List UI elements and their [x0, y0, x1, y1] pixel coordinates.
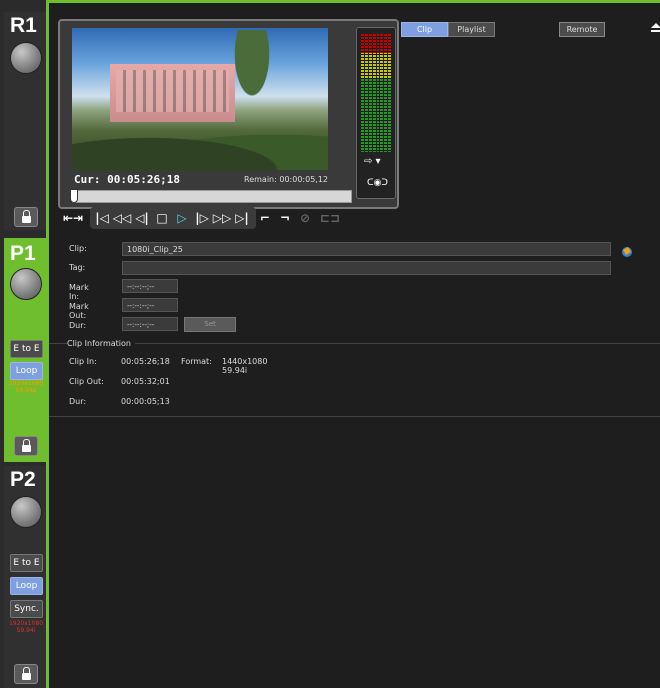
clip-in-label: Clip In: [69, 357, 97, 366]
mark-in-out-icon[interactable]: ⇤⇥ [58, 209, 88, 227]
info-dur-label: Dur: [69, 397, 87, 406]
mark-out-field[interactable]: --:--:--;-- [122, 298, 178, 312]
play-icon[interactable]: ▷ [173, 209, 191, 227]
tab-playlist[interactable]: Playlist [448, 22, 495, 37]
remote-button[interactable]: Remote [559, 22, 605, 37]
format-rate: 59.94i [222, 366, 248, 375]
channel-p1-knob[interactable] [10, 268, 42, 300]
step-forward-icon[interactable]: |▷ [193, 209, 211, 227]
zoom-icon[interactable]: ᑕ◉ᑐ [367, 178, 388, 188]
lock-icon [21, 438, 31, 452]
mark-in-label: Mark In: [69, 283, 89, 301]
channel-p2-e-to-e-button[interactable]: E to E [10, 554, 43, 572]
go-to-start-icon[interactable]: |◁ [93, 209, 111, 227]
stop-icon[interactable]: □ [153, 209, 171, 227]
clip-field[interactable]: 1080i_Clip_25 [122, 242, 611, 256]
current-timecode: Cur: 00:05:26;18 [74, 173, 180, 186]
channel-p2-lock-button[interactable] [14, 664, 38, 684]
channel-p1-e-to-e-button[interactable]: E to E [10, 340, 43, 358]
clip-out-value: 00:05:32;01 [121, 377, 170, 386]
video-preview [72, 28, 328, 170]
channel-r1-knob[interactable] [10, 42, 42, 74]
eject-icon[interactable] [651, 23, 660, 33]
tab-clip[interactable]: Clip [401, 22, 448, 37]
clip-out-label: Clip Out: [69, 377, 104, 386]
dur-field[interactable]: --:--:--;-- [122, 317, 178, 331]
channel-p1-label: P1 [10, 242, 36, 265]
tag-field[interactable] [122, 261, 611, 275]
step-back-icon[interactable]: ◁| [133, 209, 151, 227]
rewind-icon[interactable]: ◁◁ [113, 209, 131, 227]
channel-p2-resolution: 1920x1080 59.94i [8, 620, 44, 634]
mark-in-field[interactable]: --:--:--;-- [122, 279, 178, 293]
channel-p1-loop-button[interactable]: Loop [10, 362, 43, 380]
format-label: Format: [181, 357, 212, 366]
dur-label: Dur: [69, 321, 87, 330]
lock-icon [21, 209, 31, 223]
channel-sidebar: R1 P1 E to E Loop 1920x1080 59.94p P2 E t… [0, 0, 49, 688]
lock-icon [21, 666, 31, 680]
view-tabs: Clip Playlist [401, 22, 495, 37]
transport-bar: ⇤⇥ |◁ ◁◁ ◁| □ ▷ |▷ ▷▷ ▷| ⌐ ¬ ⊘ ⊏⊐ [58, 207, 346, 229]
trim-icon[interactable]: ⊏⊐ [316, 209, 344, 227]
channel-p1-lock-button[interactable] [14, 436, 38, 456]
main-panel: Cur: 00:05:26;18 Remain: 00:00:05,12 ⇨ ▾… [46, 0, 660, 688]
channel-p2: P2 E to E Loop Sync. 1920x1080 59.94i [4, 466, 49, 688]
scrub-handle[interactable] [70, 189, 78, 203]
channel-p1-resolution: 1920x1080 59.94p [8, 380, 44, 394]
meter-routing-icon[interactable]: ⇨ ▾ [364, 156, 381, 167]
tag-label: Tag: [69, 263, 86, 272]
clip-label: Clip: [69, 244, 87, 253]
fast-forward-icon[interactable]: ▷▷ [213, 209, 231, 227]
info-dur-value: 00:00:05;13 [121, 397, 170, 406]
channel-r1-lock-button[interactable] [14, 207, 38, 227]
channel-p1: P1 E to E Loop 1920x1080 59.94p [4, 238, 49, 462]
player-frame: Cur: 00:05:26;18 Remain: 00:00:05,12 ⇨ ▾… [58, 19, 399, 209]
go-to-end-icon[interactable]: ▷| [233, 209, 251, 227]
clip-browse-icon[interactable] [621, 246, 633, 258]
channel-p2-sync-button[interactable]: Sync. [10, 600, 43, 618]
mark-out-icon[interactable]: ¬ [276, 209, 294, 227]
mark-in-icon[interactable]: ⌐ [256, 209, 274, 227]
remain-timecode: Remain: 00:00:05,12 [244, 175, 329, 184]
scrub-bar[interactable] [70, 189, 352, 203]
channel-r1-label: R1 [10, 14, 37, 37]
clip-information-section: Clip Information Clip In: 00:05:26;18 Fo… [49, 339, 660, 417]
set-button[interactable]: Set [184, 317, 236, 332]
audio-meter: ⇨ ▾ ᑕ◉ᑐ [356, 27, 396, 199]
clip-information-title: Clip Information [67, 339, 135, 348]
channel-p2-knob[interactable] [10, 496, 42, 528]
clear-marks-icon[interactable]: ⊘ [296, 209, 314, 227]
channel-r1: R1 [4, 12, 49, 230]
transport-group: |◁ ◁◁ ◁| □ ▷ |▷ ▷▷ ▷| [90, 207, 256, 229]
channel-p2-loop-button[interactable]: Loop [10, 577, 43, 595]
format-value: 1440x1080 [222, 357, 268, 366]
clip-in-value: 00:05:26;18 [121, 357, 170, 366]
channel-p2-label: P2 [10, 468, 36, 491]
